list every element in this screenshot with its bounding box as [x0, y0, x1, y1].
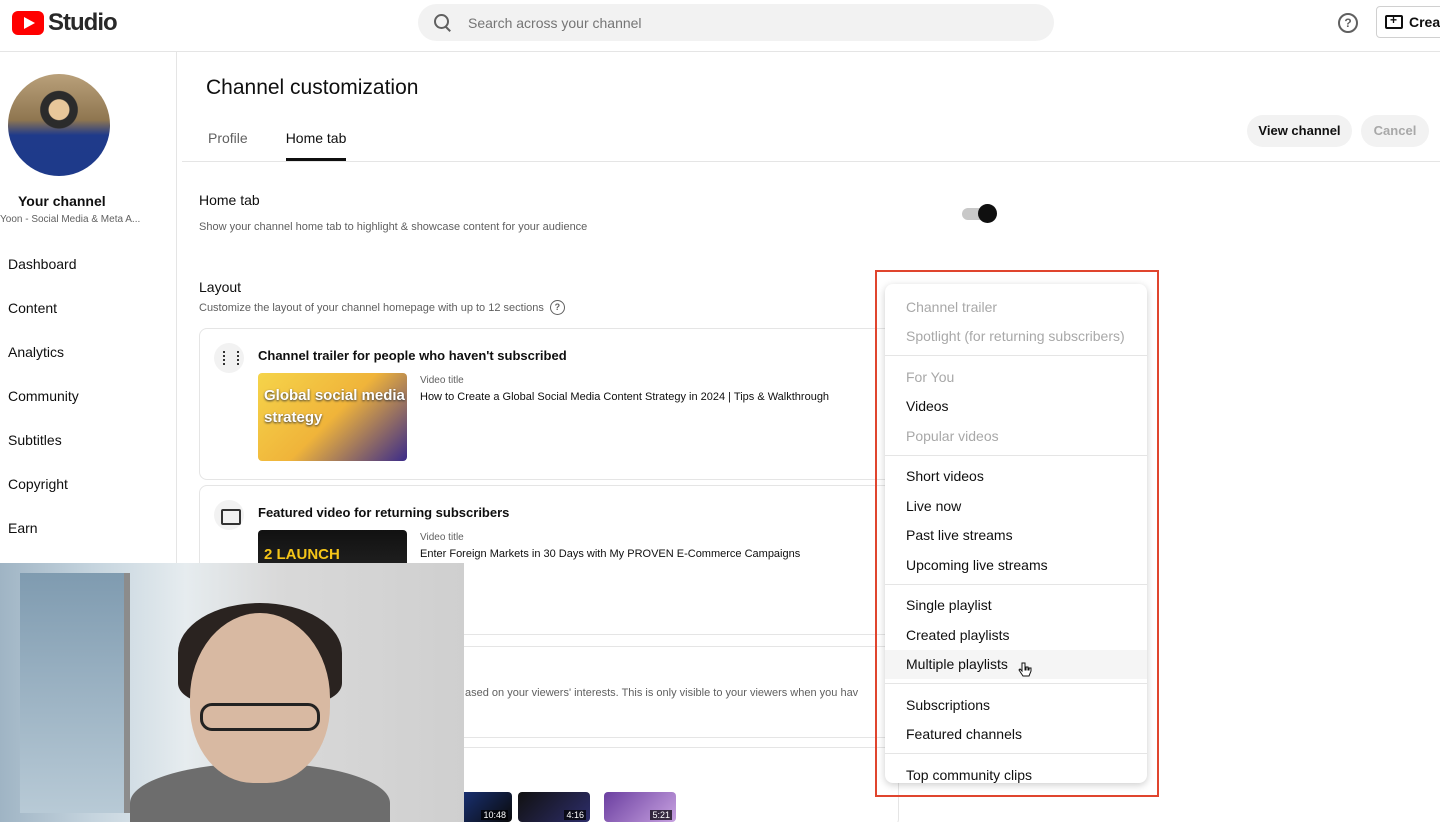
sidebar-item-dashboard[interactable]: Dashboard	[0, 242, 177, 286]
youtube-play-icon	[12, 11, 44, 35]
tab-profile[interactable]: Profile	[208, 118, 248, 161]
home-tab-toggle[interactable]	[962, 204, 997, 223]
menu-group: Channel trailer Spotlight (for returning…	[885, 292, 1147, 356]
video-duration: 4:16	[564, 810, 586, 820]
sidebar-item-copyright[interactable]: Copyright	[0, 462, 177, 506]
menu-item-featured-channels[interactable]: Featured channels	[885, 720, 1147, 750]
webcam-person-glasses	[200, 703, 320, 731]
layout-description: Customize the layout of your channel hom…	[199, 300, 565, 315]
top-bar: Studio ? Create	[0, 0, 1440, 52]
sidebar-item-subtitles[interactable]: Subtitles	[0, 418, 177, 462]
create-button[interactable]: Create	[1376, 6, 1440, 38]
menu-group: Short videos Live now Past live streams …	[885, 462, 1147, 585]
menu-item-short-videos[interactable]: Short videos	[885, 462, 1147, 492]
logo-text: Studio	[48, 9, 118, 36]
video-thumbnail[interactable]: 5:21	[604, 792, 676, 822]
section-card-trailer[interactable]: Channel trailer for people who haven't s…	[199, 328, 899, 480]
video-thumbnail[interactable]: Global social media strategy	[258, 373, 407, 461]
create-label: Create	[1409, 14, 1440, 30]
webcam-background-window	[20, 573, 130, 813]
cancel-button[interactable]: Cancel	[1361, 115, 1429, 147]
channel-name: Yoon - Social Media & Meta A...	[0, 214, 141, 225]
menu-item-videos[interactable]: Videos	[885, 392, 1147, 422]
your-channel-label: Your channel	[18, 193, 106, 209]
thumbnail-text: 2 LAUNCH	[264, 546, 340, 563]
featured-video-icon	[214, 500, 244, 530]
add-section-menu: Channel trailer Spotlight (for returning…	[885, 284, 1147, 783]
video-title-label: Video title	[420, 532, 464, 543]
video-duration: 5:21	[650, 810, 672, 820]
video-thumbnail[interactable]: 4:16	[518, 792, 590, 822]
search-bar[interactable]	[418, 4, 1054, 41]
menu-item-live-now[interactable]: Live now	[885, 491, 1147, 521]
menu-group: For You Videos Popular videos	[885, 362, 1147, 456]
tab-home[interactable]: Home tab	[285, 118, 346, 161]
hand-cursor-icon	[1018, 662, 1032, 677]
menu-item-past-live-streams[interactable]: Past live streams	[885, 521, 1147, 551]
search-input[interactable]	[468, 14, 1008, 31]
sidebar-item-content[interactable]: Content	[0, 286, 177, 330]
film-strip-icon	[214, 343, 244, 373]
video-title: Enter Foreign Markets in 30 Days with My…	[420, 548, 801, 560]
tabs-divider	[182, 161, 1440, 162]
sidebar-item-earn[interactable]: Earn	[0, 506, 177, 550]
create-video-icon	[1385, 13, 1403, 29]
thumbnail-text: Global social media strategy	[264, 387, 405, 426]
section-title: Featured video for returning subscribers	[258, 505, 510, 520]
video-duration: 10:48	[481, 810, 508, 820]
sidebar-nav: Dashboard Content Analytics Community Su…	[0, 242, 177, 550]
menu-item-subscriptions[interactable]: Subscriptions	[885, 690, 1147, 720]
help-icon[interactable]: ?	[1338, 13, 1358, 33]
menu-item-channel-trailer: Channel trailer	[906, 298, 998, 315]
menu-item-spotlight: Spotlight (for returning subscribers)	[906, 328, 1125, 345]
channel-avatar[interactable]	[8, 74, 110, 176]
menu-item-for-you: For You	[906, 368, 955, 385]
webcam-overlay	[0, 563, 464, 822]
toggle-knob	[978, 204, 997, 223]
menu-group: Single playlist Created playlists Multip…	[885, 591, 1147, 684]
menu-group: Subscriptions Featured channels	[885, 690, 1147, 754]
section-title: Channel trailer for people who haven't s…	[258, 348, 567, 363]
menu-group: Top community clips	[885, 760, 1147, 794]
home-tab-label: Home tab	[199, 192, 260, 208]
studio-logo[interactable]: Studio	[12, 9, 118, 37]
sidebar-item-analytics[interactable]: Analytics	[0, 330, 177, 374]
home-tab-description: Show your channel home tab to highlight …	[199, 221, 588, 233]
video-title: How to Create a Global Social Media Cont…	[420, 391, 830, 403]
tab-bar: Profile Home tab	[208, 118, 384, 162]
menu-item-single-playlist[interactable]: Single playlist	[885, 591, 1147, 621]
layout-label: Layout	[199, 279, 242, 295]
section-description: ased on your viewers' interests. This is…	[465, 687, 859, 699]
menu-item-upcoming-live-streams[interactable]: Upcoming live streams	[885, 550, 1147, 580]
menu-item-popular-videos: Popular videos	[906, 427, 999, 444]
help-circle-icon[interactable]: ?	[549, 300, 565, 315]
sidebar-item-community[interactable]: Community	[0, 374, 177, 418]
view-channel-button[interactable]: View channel	[1247, 115, 1352, 147]
search-icon	[434, 13, 452, 32]
menu-item-multiple-playlists[interactable]: Multiple playlists	[885, 649, 1147, 679]
layout-description-text: Customize the layout of your channel hom…	[199, 301, 544, 314]
webcam-person-face	[190, 613, 330, 783]
menu-item-top-community-clips[interactable]: Top community clips	[885, 760, 1147, 790]
menu-item-created-playlists[interactable]: Created playlists	[885, 620, 1147, 650]
page-title: Channel customization	[206, 76, 419, 99]
video-title-label: Video title	[420, 375, 464, 386]
